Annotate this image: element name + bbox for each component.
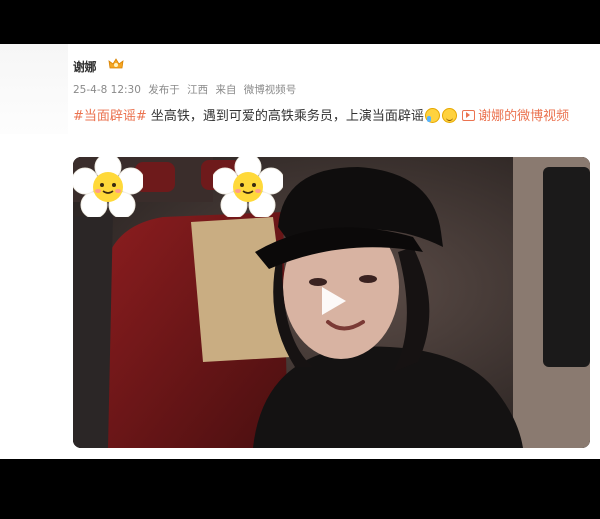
published-in-label: 发布于 [148,84,180,96]
video-source-link[interactable]: 谢娜的微博视频 [462,109,569,124]
post-text: 坐高铁，遇到可爱的高铁乘务员，上演当面辟谣 [146,109,424,124]
smile-emoji-icon [441,108,457,123]
vip-badge-icon [108,58,124,69]
video-player[interactable] [73,157,590,448]
post-date[interactable]: 25-4-8 12:30 [73,84,141,96]
source-prefix: 来自 [215,84,237,96]
video-source-link-label: 谢娜的微博视频 [478,109,570,124]
post-source[interactable]: 微博视频号 [244,84,297,96]
weibo-post-card: 谢娜 25-4-8 12:30 发布于 江西 来自 微博视频号 #当面辟谣# 坐… [0,44,600,459]
play-icon[interactable] [314,283,350,319]
post-meta: 25-4-8 12:30 发布于 江西 来自 微博视频号 [73,82,300,97]
flower-sticker-icon [213,157,283,217]
flower-sticker-icon [73,157,143,217]
post-location: 江西 [187,84,209,96]
avatar[interactable] [0,44,68,134]
crying-emoji-icon [424,108,440,123]
video-icon [462,110,476,121]
hashtag-link[interactable]: #当面辟谣# [73,109,147,124]
post-username[interactable]: 谢娜 [73,58,97,75]
post-body: #当面辟谣# 坐高铁，遇到可爱的高铁乘务员，上演当面辟谣 谢娜的微博视频 [73,106,593,128]
